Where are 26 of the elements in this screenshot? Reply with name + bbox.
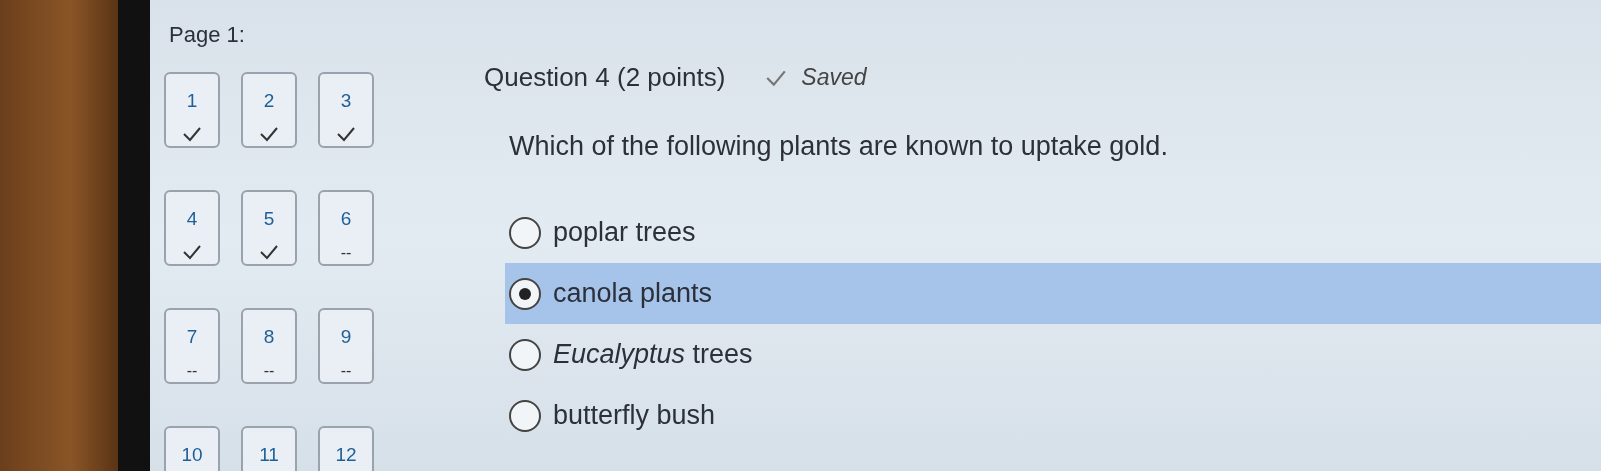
question-tile[interactable]: 5	[241, 190, 297, 266]
radio-button[interactable]	[509, 399, 541, 432]
question-tile[interactable]: 3	[318, 72, 374, 148]
question-tile[interactable]: 8 --	[241, 308, 297, 384]
question-tile[interactable]: 2	[241, 72, 297, 148]
selected-answer-row[interactable]: canola plants	[505, 263, 1601, 324]
question-prompt: Which of the following plants are known to uptake gold.	[509, 131, 1168, 162]
answer-label: Eucalyptus trees	[553, 339, 753, 370]
saved-status: Saved	[801, 64, 867, 91]
radio-button[interactable]	[509, 216, 541, 249]
question-tile[interactable]: 6 --	[318, 190, 374, 266]
answer-label: canola plants	[553, 278, 713, 309]
question-title: Question 4 (2 points)	[484, 62, 726, 93]
question-tile[interactable]: 4	[164, 190, 220, 266]
question-tile[interactable]: 12	[318, 426, 374, 471]
question-tile[interactable]: 10	[164, 426, 220, 471]
radio-button[interactable]	[509, 277, 541, 310]
radio-button[interactable]	[509, 338, 541, 371]
answer-label: poplar trees	[553, 217, 696, 248]
check-icon	[765, 68, 788, 87]
question-tile[interactable]: 11	[241, 426, 297, 471]
question-tile[interactable]: 1	[164, 72, 220, 148]
answer-label: butterfly bush	[553, 400, 716, 431]
question-tile[interactable]: 7 --	[164, 308, 220, 384]
page-label: Page 1:	[169, 22, 245, 48]
question-tile[interactable]: 9 --	[318, 308, 374, 384]
